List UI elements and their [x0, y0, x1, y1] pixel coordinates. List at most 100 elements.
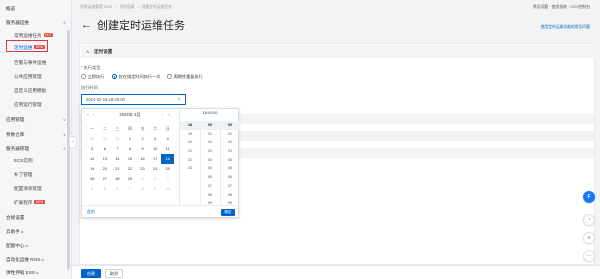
chevron-icon[interactable]: ∧: [63, 146, 66, 151]
sidebar-item[interactable]: ECS实例: [14, 158, 33, 164]
sidebar-item[interactable]: 告警与事件运维: [14, 60, 46, 66]
sidebar-item[interactable]: 补丁管理: [14, 172, 32, 178]
hour-option[interactable]: 20: [180, 138, 200, 147]
chevron-icon[interactable]: ∨: [63, 117, 66, 122]
sidebar-item[interactable]: 服务器管理: [6, 146, 29, 152]
calendar-day[interactable]: 5: [99, 184, 112, 194]
calendar-day[interactable]: 19: [86, 164, 99, 174]
calendar-day[interactable]: 17: [149, 154, 162, 164]
sidebar-item[interactable]: 概览: [6, 6, 15, 12]
calendar-day-selected[interactable]: 18: [161, 154, 174, 164]
sidebar-item[interactable]: 应用运行管理: [14, 102, 42, 108]
calendar-day[interactable]: 16: [136, 154, 149, 164]
second-option[interactable]: 05: [220, 164, 240, 173]
second-option[interactable]: 06: [220, 173, 240, 182]
now-link[interactable]: 此刻: [87, 210, 95, 215]
section-header[interactable]: ∧ 定时设置: [81, 45, 595, 58]
minute-option[interactable]: 03: [200, 147, 220, 156]
calendar-day[interactable]: 8: [124, 144, 137, 154]
calendar-day[interactable]: 15: [124, 154, 137, 164]
calendar-day[interactable]: 13: [99, 154, 112, 164]
sidebar-scrollbar[interactable]: [67, 30, 70, 270]
next-month-icon[interactable]: ›: [162, 112, 163, 117]
back-arrow-icon[interactable]: ←: [81, 20, 92, 31]
hour-option[interactable]: 19: [180, 130, 200, 139]
sidebar-item[interactable]: 弹性伸缩 ESS⧉: [6, 270, 38, 276]
hour-option[interactable]: [180, 182, 200, 191]
calendar-day[interactable]: 12: [86, 154, 99, 164]
radio-immediate[interactable]: 立即执行: [81, 74, 104, 80]
minute-option[interactable]: 00: [200, 121, 220, 130]
hour-option[interactable]: 22: [180, 156, 200, 165]
calendar-day[interactable]: 30: [99, 134, 112, 144]
calendar-day[interactable]: 9: [136, 144, 149, 154]
hour-option[interactable]: 23: [180, 164, 200, 173]
chevron-icon[interactable]: ∨: [63, 132, 66, 137]
calendar-day[interactable]: 9: [149, 184, 162, 194]
second-option[interactable]: 07: [220, 182, 240, 191]
calendar-day[interactable]: 20: [99, 164, 112, 174]
calendar-day[interactable]: 5: [86, 144, 99, 154]
radio-periodic[interactable]: 周期性重复执行: [167, 74, 203, 80]
minute-option[interactable]: 05: [200, 164, 220, 173]
minute-option[interactable]: 07: [200, 182, 220, 191]
second-option[interactable]: 08: [220, 191, 240, 200]
minute-option[interactable]: 01: [200, 130, 220, 139]
sidebar-item[interactable]: 公共应用管理: [14, 74, 42, 80]
second-option[interactable]: 04: [220, 156, 240, 165]
calendar-day[interactable]: 14: [111, 154, 124, 164]
sidebar-item[interactable]: 扩展程序 NEW: [14, 200, 45, 206]
clock-icon[interactable]: ◔: [583, 214, 595, 226]
sidebar-item[interactable]: 应用管理: [6, 117, 24, 123]
hour-option[interactable]: 18: [180, 121, 200, 130]
sidebar-item[interactable]: 服务器运维: [6, 20, 29, 26]
sidebar-item[interactable]: 参数仓库: [6, 132, 24, 138]
sidebar-item[interactable]: 云助手⧉: [6, 229, 23, 235]
cancel-button[interactable]: 取消: [105, 269, 123, 278]
calendar-day[interactable]: 1: [124, 134, 137, 144]
hour-option[interactable]: [180, 191, 200, 200]
breadcrumb-item[interactable]: 系统运维管理 OOS: [80, 5, 112, 9]
calendar-day[interactable]: 21: [111, 164, 124, 174]
calendar-day[interactable]: 2: [149, 174, 162, 184]
minute-option[interactable]: 04: [200, 156, 220, 165]
calendar-day[interactable]: 29: [86, 134, 99, 144]
radio-once[interactable]: 仅在指定时间执行一次: [112, 74, 160, 80]
sidebar-item[interactable]: 自定义应用模板: [14, 88, 46, 94]
ok-button[interactable]: 确定: [221, 209, 235, 216]
sidebar-item[interactable]: 配置清单管理: [14, 186, 42, 192]
calendar-day[interactable]: 3: [149, 134, 162, 144]
datetime-input[interactable]: 2024-02-18 18:00:00 ✕: [81, 94, 186, 105]
calendar-day[interactable]: 7: [111, 144, 124, 154]
next-year-icon[interactable]: »: [168, 112, 170, 117]
calendar-day[interactable]: 4: [86, 184, 99, 194]
second-option[interactable]: 02: [220, 138, 240, 147]
second-option[interactable]: 01: [220, 130, 240, 139]
clear-icon[interactable]: ✕: [177, 95, 181, 104]
minute-option[interactable]: 06: [200, 173, 220, 182]
calendar-day[interactable]: 10: [149, 144, 162, 154]
calendar-day[interactable]: 6: [111, 184, 124, 194]
calendar-day[interactable]: 25: [161, 164, 174, 174]
calendar-day[interactable]: 31: [111, 134, 124, 144]
second-option[interactable]: 03: [220, 147, 240, 156]
list-icon[interactable]: ≡: [583, 232, 595, 244]
calendar-day[interactable]: 28: [111, 174, 124, 184]
calendar-day[interactable]: 11: [161, 144, 174, 154]
sidebar-item[interactable]: 合规设置: [6, 215, 24, 221]
chevron-icon[interactable]: ∧: [63, 20, 66, 25]
hour-option[interactable]: 21: [180, 147, 200, 156]
assistant-icon[interactable]: F: [583, 191, 595, 203]
calendar-day[interactable]: 3: [161, 174, 174, 184]
top-right-links[interactable]: 常见问题 · 使用指南 · OOS控制台: [533, 5, 590, 10]
calendar-day[interactable]: 2: [136, 134, 149, 144]
create-button[interactable]: 创建: [81, 269, 101, 278]
more-icon[interactable]: ⋯: [583, 250, 595, 262]
calendar-day[interactable]: 27: [99, 174, 112, 184]
sidebar-item[interactable]: 常用运维任务 HOT: [14, 33, 54, 39]
calendar-day[interactable]: 26: [86, 174, 99, 184]
sidebar-item[interactable]: 自动化运维 ROS⧉: [6, 257, 44, 263]
calendar-day[interactable]: 7: [124, 184, 137, 194]
hours-column[interactable]: 18 19 20 21 22 23: [180, 121, 200, 208]
breadcrumb-item[interactable]: 定时运维: [119, 5, 134, 9]
